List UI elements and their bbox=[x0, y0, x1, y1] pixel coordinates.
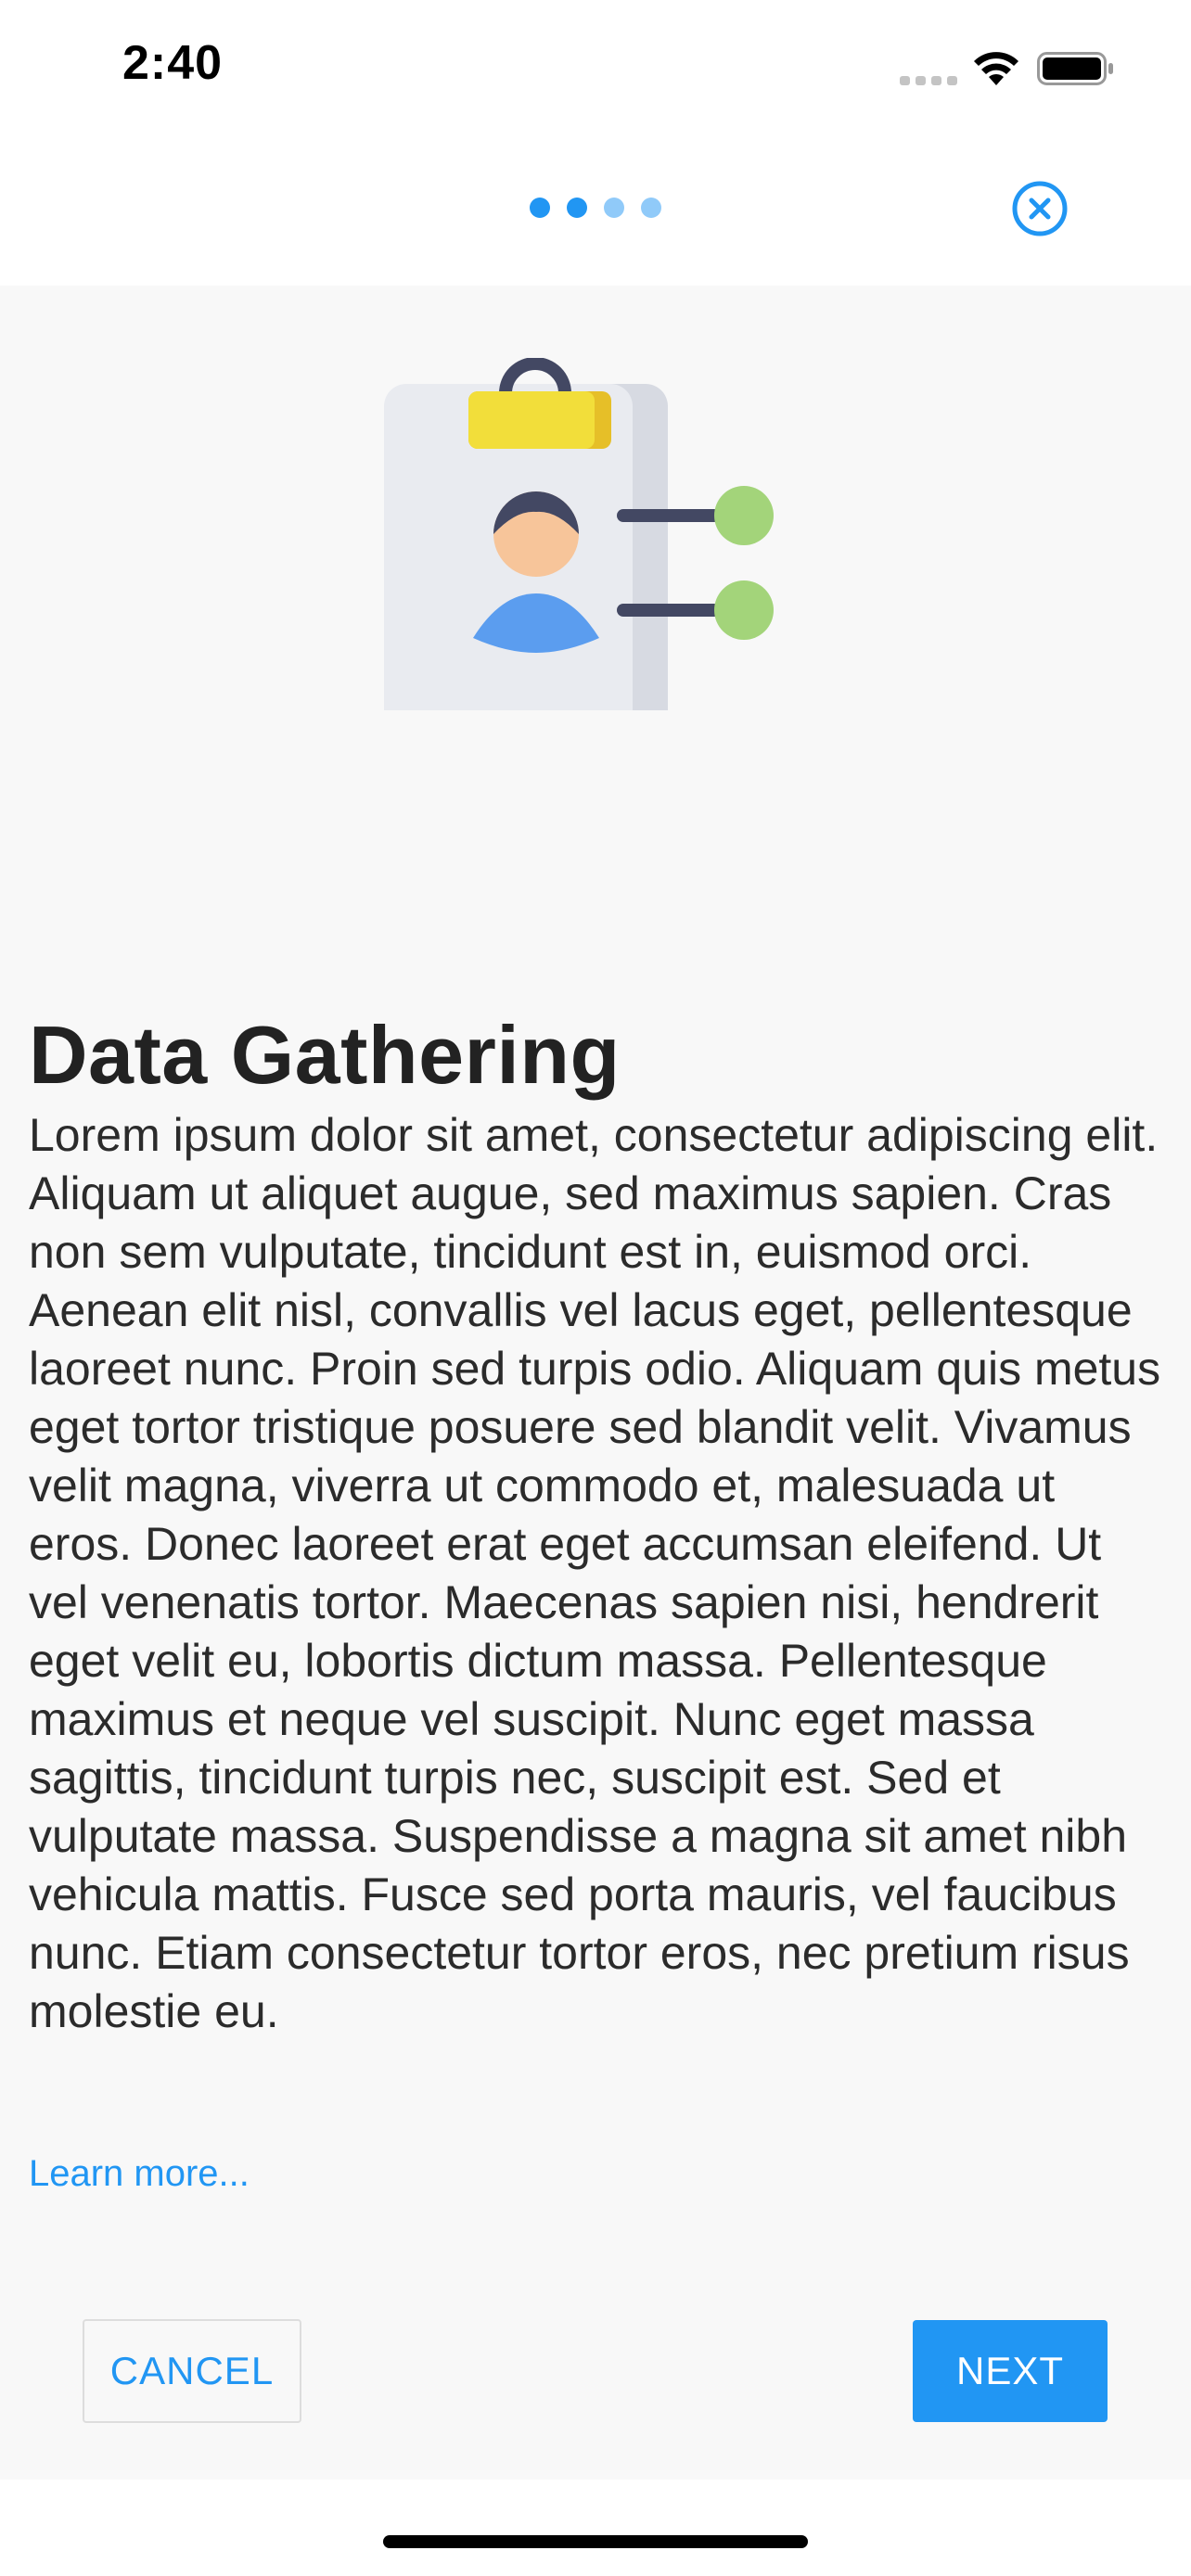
close-icon[interactable] bbox=[1011, 180, 1069, 237]
home-indicator bbox=[383, 2535, 808, 2548]
pager-dot bbox=[641, 198, 661, 218]
pager-dot bbox=[530, 198, 550, 218]
onboarding-content: Data Gathering Lorem ipsum dolor sit ame… bbox=[0, 286, 1191, 2480]
wifi-icon bbox=[974, 52, 1018, 85]
page-title: Data Gathering bbox=[29, 1009, 621, 1101]
pager-dots bbox=[530, 198, 661, 218]
cellular-signal-icon bbox=[900, 76, 957, 85]
learn-more-link[interactable]: Learn more... bbox=[29, 2153, 250, 2195]
description-text: Lorem ipsum dolor sit amet, consectetur … bbox=[29, 1109, 1161, 2037]
status-bar: 2:40 bbox=[0, 0, 1191, 139]
next-button[interactable]: NEXT bbox=[913, 2320, 1108, 2422]
status-time: 2:40 bbox=[122, 36, 224, 90]
pager-dot bbox=[604, 198, 624, 218]
pager-dot bbox=[567, 198, 587, 218]
clipboard-profile-gear-icon bbox=[384, 358, 774, 710]
battery-icon bbox=[1037, 52, 1113, 85]
cancel-button[interactable]: CANCEL bbox=[83, 2319, 301, 2423]
